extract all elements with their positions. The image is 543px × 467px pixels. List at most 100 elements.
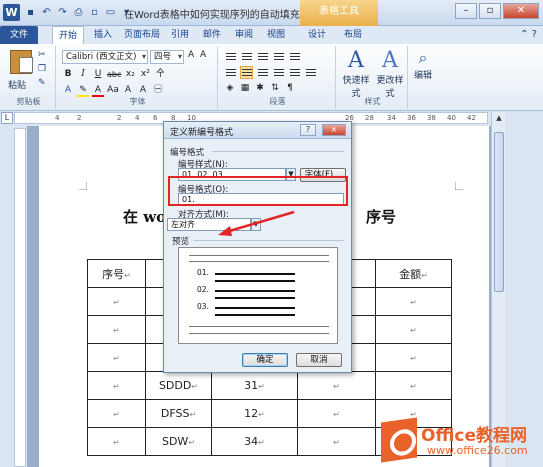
print-preview-icon[interactable]: ⎙ bbox=[72, 6, 85, 19]
tab-design[interactable]: 设计 bbox=[300, 26, 334, 44]
tab-selector[interactable]: L bbox=[1, 112, 13, 124]
tab-review[interactable]: 审阅 bbox=[230, 26, 258, 44]
table-cell[interactable]: ↵ bbox=[87, 343, 146, 372]
vertical-scrollbar[interactable]: ▲ bbox=[491, 112, 505, 467]
editing-button[interactable]: ⌕ 编辑 bbox=[410, 48, 436, 81]
dialog-close-button[interactable]: × bbox=[322, 124, 346, 136]
redo-icon[interactable]: ↷ bbox=[56, 6, 69, 19]
cancel-button[interactable]: 取消 bbox=[296, 353, 342, 367]
copy-icon[interactable]: ❐ bbox=[38, 64, 46, 74]
table-cell[interactable]: ↵ bbox=[297, 399, 376, 428]
word-logo-icon[interactable]: W bbox=[3, 4, 20, 21]
shading-icon[interactable]: ◈ bbox=[224, 82, 236, 95]
ruler-tick: 40 bbox=[447, 114, 456, 122]
change-styles-icon: A bbox=[382, 48, 398, 73]
line-spacing-icon[interactable] bbox=[304, 66, 317, 79]
tab-insert[interactable]: 插入 bbox=[88, 26, 118, 44]
strikethrough-button[interactable]: abc bbox=[107, 68, 121, 81]
table-cell[interactable]: ↵ bbox=[87, 427, 146, 456]
alignment-select[interactable]: 左对齐 bbox=[167, 218, 251, 231]
save-icon[interactable]: ▪ bbox=[24, 6, 37, 19]
table-cell[interactable]: ↵ bbox=[87, 287, 146, 316]
define-number-format-dialog: 定义新编号格式 ? × 编号格式 编号样式(N): 01, 02, 03, ..… bbox=[163, 121, 352, 373]
clear-format-icon[interactable]: A bbox=[200, 50, 206, 60]
ruler-tick: 2 bbox=[77, 114, 82, 122]
preview-line bbox=[215, 290, 295, 292]
vertical-ruler[interactable] bbox=[14, 128, 26, 467]
table-cell[interactable]: SDDD↵ bbox=[145, 371, 212, 400]
justify-icon[interactable] bbox=[272, 66, 285, 79]
help-icon[interactable]: ⌃ ? bbox=[520, 29, 537, 40]
phonetic-icon[interactable]: 㐃 bbox=[154, 68, 166, 81]
align-right-icon[interactable] bbox=[256, 66, 269, 79]
table-cell[interactable]: ↵ bbox=[375, 287, 452, 316]
paste-icon[interactable] bbox=[10, 50, 33, 74]
scroll-up-icon[interactable]: ▲ bbox=[494, 114, 504, 126]
sort-icon[interactable]: ⇅ bbox=[269, 82, 281, 95]
minimize-button[interactable]: – bbox=[455, 3, 477, 19]
align-center-icon[interactable] bbox=[240, 66, 253, 79]
table-cell[interactable]: ↵ bbox=[87, 315, 146, 344]
tab-references[interactable]: 引用 bbox=[166, 26, 194, 44]
table-header-cell[interactable]: 序号↵ bbox=[87, 259, 146, 288]
close-window-button[interactable]: ✕ bbox=[503, 3, 539, 19]
italic-button[interactable]: I bbox=[77, 68, 89, 81]
table-cell[interactable]: 31↵ bbox=[211, 371, 298, 400]
preview-line bbox=[189, 255, 329, 256]
chinese-layout-icon[interactable]: ✱ bbox=[254, 82, 266, 95]
ruler-tick: 38 bbox=[427, 114, 436, 122]
multilevel-list-icon[interactable] bbox=[256, 50, 269, 63]
preview-line bbox=[215, 307, 295, 309]
bold-button[interactable]: B bbox=[62, 68, 74, 81]
increase-indent-icon[interactable] bbox=[288, 50, 301, 63]
format-painter-icon[interactable]: ✎ bbox=[38, 78, 46, 88]
dialog-help-button[interactable]: ? bbox=[300, 124, 316, 136]
alignment-dropdown-icon[interactable]: ▼ bbox=[251, 218, 261, 231]
tab-layout[interactable]: 布局 bbox=[336, 26, 370, 44]
ok-button[interactable]: 确定 bbox=[242, 353, 288, 367]
table-cell[interactable]: ↵ bbox=[375, 371, 452, 400]
font-family-select[interactable]: Calibri (西文正文) bbox=[62, 50, 148, 64]
subscript-button[interactable]: x₂ bbox=[124, 68, 136, 81]
change-styles-button[interactable]: A 更改样式 bbox=[374, 48, 406, 99]
tab-file[interactable]: 文件 bbox=[0, 26, 38, 44]
table-cell[interactable]: ↵ bbox=[297, 427, 376, 456]
scrollbar-thumb[interactable] bbox=[494, 132, 504, 292]
tab-home[interactable]: 开始 bbox=[52, 26, 84, 44]
underline-button[interactable]: U bbox=[92, 68, 104, 81]
borders-icon[interactable]: ▦ bbox=[239, 82, 251, 95]
font-size-select[interactable]: 四号 bbox=[150, 50, 184, 64]
tab-mailings[interactable]: 邮件 bbox=[198, 26, 226, 44]
grow-font-icon[interactable]: A bbox=[188, 50, 194, 60]
table-cell[interactable]: SDW↵ bbox=[145, 427, 212, 456]
show-marks-icon[interactable]: ¶ bbox=[284, 82, 296, 95]
dialog-titlebar[interactable]: 定义新编号格式 ? × bbox=[164, 122, 351, 139]
bullets-icon[interactable] bbox=[224, 50, 237, 63]
tab-view[interactable]: 视图 bbox=[262, 26, 290, 44]
distributed-icon[interactable] bbox=[288, 66, 301, 79]
paragraph-group-label: 段落 bbox=[269, 97, 286, 106]
table-row: ↵ SDDD↵ 31↵ ↵ ↵ bbox=[87, 371, 452, 400]
paste-label[interactable]: 粘贴 bbox=[8, 78, 26, 91]
tab-page-layout[interactable]: 页面布局 bbox=[120, 26, 164, 44]
table-cell[interactable]: 34↵ bbox=[211, 427, 298, 456]
maximize-button[interactable]: ▫ bbox=[479, 3, 501, 19]
align-left-icon[interactable] bbox=[224, 66, 237, 79]
table-cell[interactable]: ↵ bbox=[375, 315, 452, 344]
new-doc-icon[interactable]: ▫ bbox=[88, 6, 101, 19]
open-icon[interactable]: ▭ bbox=[104, 6, 117, 19]
decrease-indent-icon[interactable] bbox=[272, 50, 285, 63]
numbering-icon[interactable] bbox=[240, 50, 253, 63]
quick-styles-button[interactable]: A 快速样式 bbox=[340, 48, 372, 99]
table-cell[interactable]: 12↵ bbox=[211, 399, 298, 428]
superscript-button[interactable]: x² bbox=[139, 68, 151, 81]
table-cell[interactable]: ↵ bbox=[375, 343, 452, 372]
table-cell[interactable]: ↵ bbox=[87, 399, 146, 428]
undo-icon[interactable]: ↶ bbox=[40, 6, 53, 19]
preview-number: 02. bbox=[197, 285, 209, 294]
table-cell[interactable]: ↵ bbox=[87, 371, 146, 400]
table-cell[interactable]: DFSS↵ bbox=[145, 399, 212, 428]
table-header-cell[interactable]: 金额↵ bbox=[375, 259, 452, 288]
table-cell[interactable]: ↵ bbox=[297, 371, 376, 400]
cut-icon[interactable]: ✂ bbox=[38, 50, 46, 60]
